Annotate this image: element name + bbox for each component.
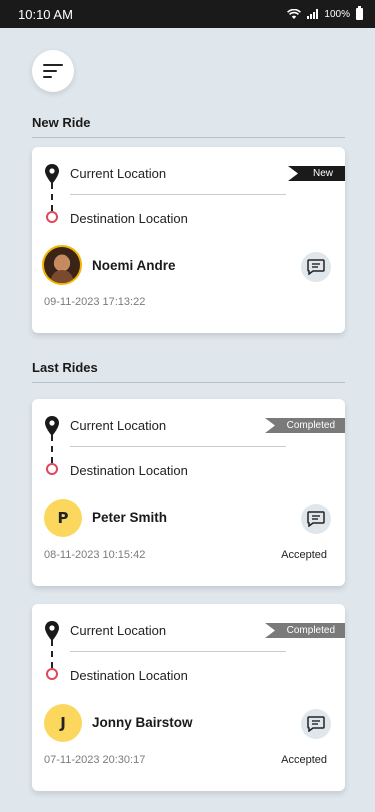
location-pin-icon <box>45 621 59 641</box>
location-pin-icon <box>45 416 59 436</box>
rider-name: Peter Smith <box>92 510 168 525</box>
ride-card[interactable]: Current Location Destination Location Co… <box>32 399 345 586</box>
section-title-last-rides: Last Rides <box>32 360 98 375</box>
ride-timestamp: 07-11-2023 20:30:17 <box>44 754 146 766</box>
ride-status: Accepted <box>281 754 327 766</box>
status-time: 10:10 AM <box>18 6 73 22</box>
ride-card[interactable]: Current Location Destination Location Co… <box>32 604 345 791</box>
rider-name: Jonny Bairstow <box>92 715 193 730</box>
location-divider <box>70 194 286 195</box>
destination-dot-icon <box>46 668 58 680</box>
menu-icon <box>43 64 63 78</box>
ride-card[interactable]: Current Location Destination Location Ne… <box>32 147 345 333</box>
destination-location: Destination Location <box>70 668 188 683</box>
location-divider <box>70 446 286 447</box>
status-badge: Completed <box>265 418 345 433</box>
section-divider <box>32 382 345 383</box>
chat-icon <box>307 716 325 732</box>
destination-dot-icon <box>46 211 58 223</box>
chat-icon <box>307 511 325 527</box>
status-bar: 10:10 AM 100% <box>0 0 375 28</box>
ride-status: Accepted <box>281 549 327 561</box>
rider-name: Noemi Andre <box>92 258 176 273</box>
location-divider <box>70 651 286 652</box>
destination-location: Destination Location <box>70 463 188 478</box>
destination-dot-icon <box>46 463 58 475</box>
section-title-new-ride: New Ride <box>32 115 91 130</box>
section-divider <box>32 137 345 138</box>
status-badge: Completed <box>265 623 345 638</box>
signal-icon <box>307 9 319 19</box>
current-location: Current Location <box>70 623 167 638</box>
route-line <box>51 183 53 211</box>
menu-button[interactable] <box>32 50 74 92</box>
avatar: P <box>44 499 82 537</box>
chat-button[interactable] <box>301 709 331 739</box>
battery-icon <box>356 6 363 20</box>
status-icons: 100% <box>287 6 363 20</box>
ride-timestamp: 09-11-2023 17:13:22 <box>44 296 146 308</box>
avatar: J <box>44 704 82 742</box>
route-line <box>51 640 53 668</box>
current-location: Current Location <box>70 418 167 433</box>
status-badge: New <box>288 166 345 181</box>
chat-button[interactable] <box>301 252 331 282</box>
wifi-icon <box>287 8 302 19</box>
location-pin-icon <box>45 164 59 184</box>
ride-timestamp: 08-11-2023 10:15:42 <box>44 549 146 561</box>
chat-button[interactable] <box>301 504 331 534</box>
current-location: Current Location <box>70 166 167 181</box>
avatar-photo <box>50 254 74 283</box>
chat-icon <box>307 259 325 275</box>
destination-location: Destination Location <box>70 211 188 226</box>
route-line <box>51 435 53 463</box>
battery-percent: 100% <box>324 8 350 20</box>
avatar <box>42 245 82 285</box>
